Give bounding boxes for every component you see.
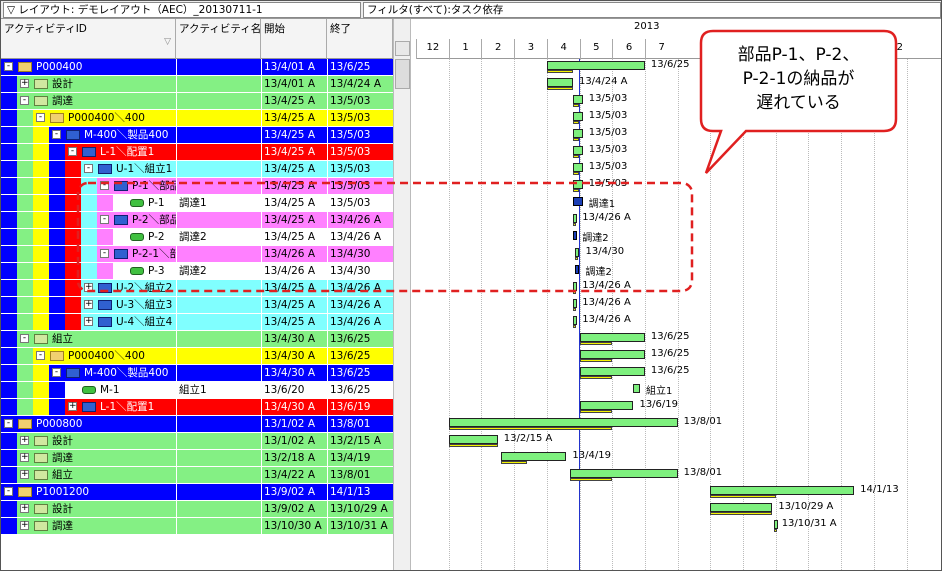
highlight-dashed-box [76, 181, 694, 293]
callout-text: 部品P-1、P-2、 P-2-1の納品が 遅れている [706, 43, 891, 115]
callout-line-1: 部品P-1、P-2、 [737, 45, 860, 65]
app-window: ▽ レイアウト: デモレイアウト（AEC）_20130711-1 フィルタ(すべ… [0, 0, 942, 571]
callout-line-2: P-2-1の納品が [742, 69, 855, 89]
callout-line-3: 遅れている [756, 93, 841, 113]
